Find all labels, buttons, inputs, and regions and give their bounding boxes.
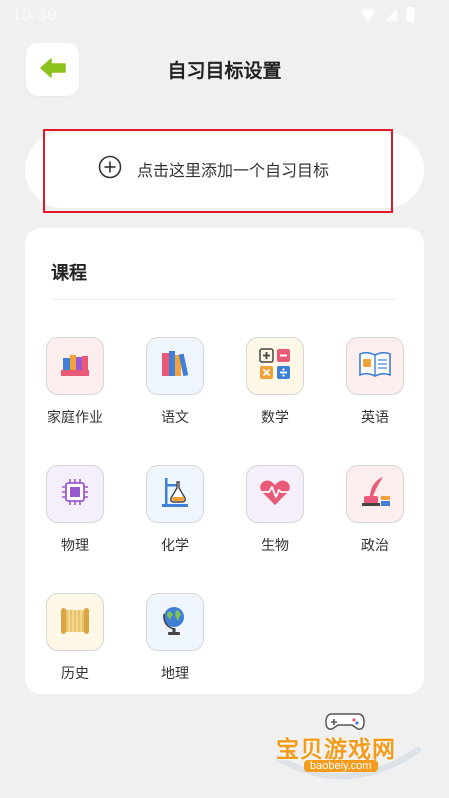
open-book-icon <box>357 346 393 386</box>
flask-stand-icon <box>157 474 193 514</box>
subject-label: 语文 <box>161 410 189 426</box>
subject-math[interactable]: 数学 <box>235 337 315 427</box>
subject-tile <box>246 337 304 395</box>
subject-label: 地理 <box>161 666 189 682</box>
circuit-chip-icon <box>57 474 93 514</box>
scroll-icon <box>57 602 93 642</box>
status-time: 10:39 <box>12 5 58 24</box>
subject-history[interactable]: 历史 <box>35 593 115 683</box>
subject-tile <box>146 337 204 395</box>
subject-chinese[interactable]: 语文 <box>135 337 215 427</box>
battery-icon <box>406 7 415 26</box>
subject-tile <box>46 593 104 651</box>
heartbeat-icon <box>257 474 293 514</box>
wifi-icon <box>360 7 376 26</box>
plus-circle-icon <box>98 155 122 183</box>
subject-label: 数学 <box>261 410 289 426</box>
subject-label: 政治 <box>361 538 389 554</box>
books-stack-icon <box>57 346 93 386</box>
quill-ink-icon <box>357 474 393 514</box>
subject-tile <box>146 465 204 523</box>
subject-tile <box>346 337 404 395</box>
subject-label: 家庭作业 <box>47 410 103 426</box>
subject-chemistry[interactable]: 化学 <box>135 465 215 555</box>
add-goal-button[interactable]: 点击这里添加一个自习目标 <box>98 155 329 183</box>
subject-tile <box>46 465 104 523</box>
subject-geography[interactable]: 地理 <box>135 593 215 683</box>
watermark: 宝贝游戏网 baobeiy.com <box>268 708 428 788</box>
courses-divider <box>51 299 397 300</box>
status-icons <box>360 7 415 26</box>
subject-label: 物理 <box>61 538 89 554</box>
subject-tile <box>46 337 104 395</box>
signal-icon <box>384 7 398 26</box>
subject-label: 生物 <box>261 538 289 554</box>
subject-label: 历史 <box>61 666 89 682</box>
subject-politics[interactable]: 政治 <box>335 465 415 555</box>
subject-biology[interactable]: 生物 <box>235 465 315 555</box>
subject-tile <box>146 593 204 651</box>
status-bar: 10:39 <box>0 0 449 30</box>
subject-tile <box>346 465 404 523</box>
books-shelf-icon <box>157 346 193 386</box>
page-title: 自习目标设置 <box>167 60 282 82</box>
math-symbols-icon <box>257 346 293 386</box>
subject-physics[interactable]: 物理 <box>35 465 115 555</box>
subject-label: 英语 <box>361 410 389 426</box>
subject-english[interactable]: 英语 <box>335 337 415 427</box>
watermark-text: 宝贝游戏网 <box>276 737 396 763</box>
globe-icon <box>157 602 193 642</box>
courses-title: 课程 <box>51 263 87 284</box>
subject-label: 化学 <box>161 538 189 554</box>
add-goal-label: 点击这里添加一个自习目标 <box>137 161 330 180</box>
subject-tile <box>246 465 304 523</box>
subject-homework[interactable]: 家庭作业 <box>35 337 115 427</box>
watermark-url: baobeiy.com <box>304 760 378 772</box>
